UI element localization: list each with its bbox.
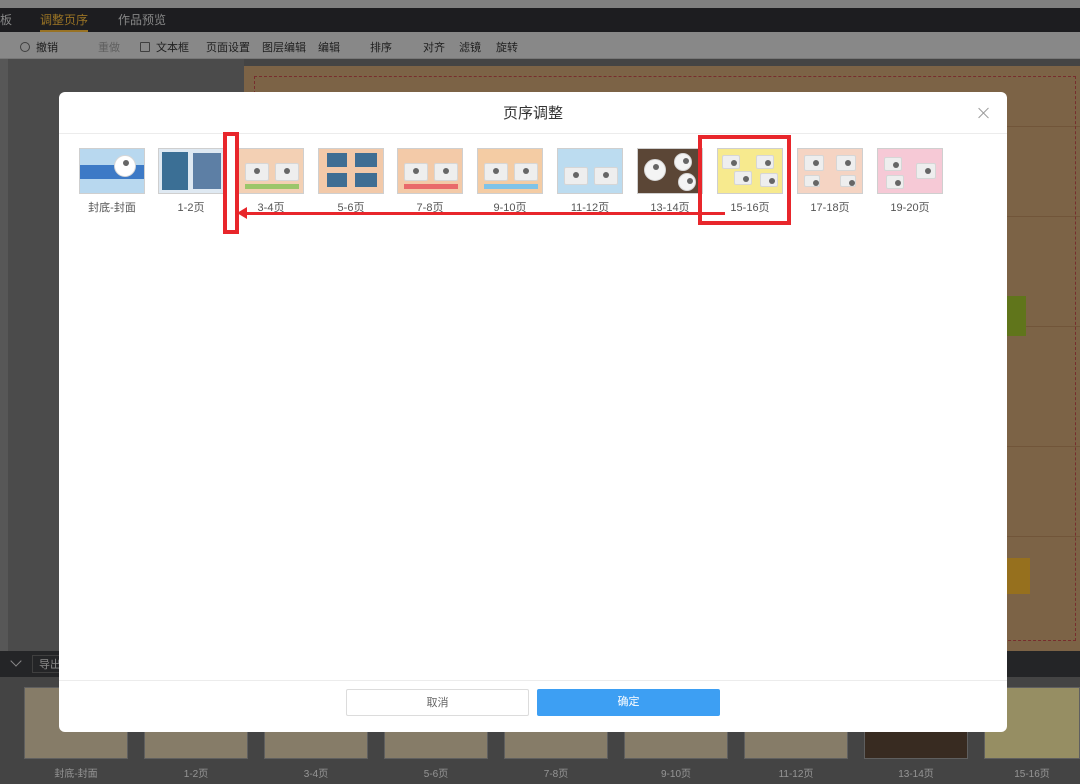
photo (193, 153, 221, 189)
photo-placeholder (594, 167, 618, 185)
page-label: 封底-封面 (88, 202, 136, 214)
page-label: 17-18页 (810, 202, 850, 214)
page-thumbnail (318, 148, 384, 194)
drag-arrow-line (242, 212, 725, 215)
page-thumbnail (557, 148, 623, 194)
page-item-13-14[interactable]: 13-14页 (637, 148, 703, 215)
page-thumbnail (477, 148, 543, 194)
drag-arrow-head-icon (237, 207, 247, 219)
page-item-11-12[interactable]: 11-12页 (557, 148, 623, 215)
photo-placeholder (804, 155, 824, 171)
page-item-7-8[interactable]: 7-8页 (397, 148, 463, 215)
photo (327, 173, 347, 187)
page-thumbnail (877, 148, 943, 194)
page-item-3-4[interactable]: 3-4页 (238, 148, 304, 215)
confirm-button[interactable]: 确定 (537, 689, 720, 716)
photo (355, 173, 377, 187)
page-order-dialog: 页序调整 封底-封面 1-2页 3-4页 5-6页 7-8页 9-10页 11-… (59, 92, 1007, 732)
photo-placeholder (916, 163, 936, 179)
photo-placeholder (275, 163, 299, 181)
photo-placeholder (836, 155, 856, 171)
page-item-1-2[interactable]: 1-2页 (158, 148, 224, 215)
cancel-button[interactable]: 取消 (346, 689, 529, 716)
close-icon[interactable] (977, 106, 991, 120)
decor-strip (484, 184, 538, 189)
photo-placeholder (404, 163, 428, 181)
photo-placeholder (434, 163, 458, 181)
decor-strip (404, 184, 458, 189)
photo-placeholder (678, 173, 696, 191)
dialog-footer-divider (59, 680, 1007, 681)
page-thumbnail (797, 148, 863, 194)
photo-placeholder (644, 159, 666, 181)
page-label: 1-2页 (177, 202, 205, 214)
dialog-title: 页序调整 (59, 92, 1007, 134)
page-item-17-18[interactable]: 17-18页 (797, 148, 863, 215)
photo (327, 153, 347, 167)
photo-placeholder (804, 175, 820, 187)
page-item-19-20[interactable]: 19-20页 (877, 148, 943, 215)
page-thumbnail (158, 148, 224, 194)
photo-placeholder (564, 167, 588, 185)
photo-placeholder (886, 175, 904, 189)
page-thumbnail (238, 148, 304, 194)
page-thumbnail (637, 148, 703, 194)
photo-placeholder (884, 157, 902, 171)
photo-placeholder (245, 163, 269, 181)
photo (162, 152, 188, 190)
page-item-5-6[interactable]: 5-6页 (318, 148, 384, 215)
page-thumbnail (79, 148, 145, 194)
page-item-9-10[interactable]: 9-10页 (477, 148, 543, 215)
photo-placeholder (840, 175, 856, 187)
photo-placeholder (114, 155, 136, 177)
photo-placeholder (514, 163, 538, 181)
photo-placeholder (484, 163, 508, 181)
decor-strip (245, 184, 299, 189)
page-item-cover[interactable]: 封底-封面 (79, 148, 145, 215)
page-thumbnail (397, 148, 463, 194)
page-label: 19-20页 (890, 202, 930, 214)
photo (355, 153, 377, 167)
photo-placeholder (674, 153, 692, 171)
